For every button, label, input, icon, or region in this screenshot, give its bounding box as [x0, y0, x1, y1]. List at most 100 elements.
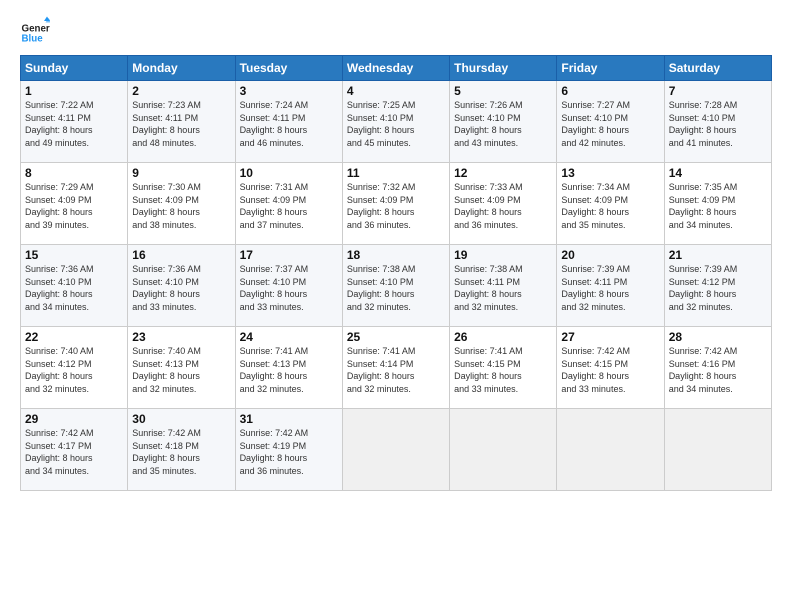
calendar-table: SundayMondayTuesdayWednesdayThursdayFrid… [20, 55, 772, 491]
day-number: 13 [561, 166, 659, 180]
day-number: 26 [454, 330, 552, 344]
calendar-cell: 10Sunrise: 7:31 AMSunset: 4:09 PMDayligh… [235, 163, 342, 245]
week-row-1: 1Sunrise: 7:22 AMSunset: 4:11 PMDaylight… [21, 81, 772, 163]
day-info: Sunrise: 7:30 AMSunset: 4:09 PMDaylight:… [132, 181, 230, 231]
calendar-cell: 16Sunrise: 7:36 AMSunset: 4:10 PMDayligh… [128, 245, 235, 327]
calendar-cell [557, 409, 664, 491]
day-number: 23 [132, 330, 230, 344]
calendar-cell: 23Sunrise: 7:40 AMSunset: 4:13 PMDayligh… [128, 327, 235, 409]
day-info: Sunrise: 7:40 AMSunset: 4:12 PMDaylight:… [25, 345, 123, 395]
calendar-cell: 14Sunrise: 7:35 AMSunset: 4:09 PMDayligh… [664, 163, 771, 245]
day-info: Sunrise: 7:23 AMSunset: 4:11 PMDaylight:… [132, 99, 230, 149]
day-number: 3 [240, 84, 338, 98]
calendar-cell: 6Sunrise: 7:27 AMSunset: 4:10 PMDaylight… [557, 81, 664, 163]
calendar-cell: 1Sunrise: 7:22 AMSunset: 4:11 PMDaylight… [21, 81, 128, 163]
day-info: Sunrise: 7:29 AMSunset: 4:09 PMDaylight:… [25, 181, 123, 231]
day-number: 2 [132, 84, 230, 98]
calendar-cell: 8Sunrise: 7:29 AMSunset: 4:09 PMDaylight… [21, 163, 128, 245]
day-number: 8 [25, 166, 123, 180]
calendar-cell: 28Sunrise: 7:42 AMSunset: 4:16 PMDayligh… [664, 327, 771, 409]
day-info: Sunrise: 7:41 AMSunset: 4:13 PMDaylight:… [240, 345, 338, 395]
calendar-cell: 17Sunrise: 7:37 AMSunset: 4:10 PMDayligh… [235, 245, 342, 327]
day-info: Sunrise: 7:37 AMSunset: 4:10 PMDaylight:… [240, 263, 338, 313]
weekday-header-wednesday: Wednesday [342, 56, 449, 81]
week-row-5: 29Sunrise: 7:42 AMSunset: 4:17 PMDayligh… [21, 409, 772, 491]
day-info: Sunrise: 7:38 AMSunset: 4:11 PMDaylight:… [454, 263, 552, 313]
day-info: Sunrise: 7:42 AMSunset: 4:18 PMDaylight:… [132, 427, 230, 477]
calendar-cell: 26Sunrise: 7:41 AMSunset: 4:15 PMDayligh… [450, 327, 557, 409]
day-number: 25 [347, 330, 445, 344]
day-info: Sunrise: 7:42 AMSunset: 4:15 PMDaylight:… [561, 345, 659, 395]
day-number: 20 [561, 248, 659, 262]
calendar-cell: 19Sunrise: 7:38 AMSunset: 4:11 PMDayligh… [450, 245, 557, 327]
weekday-header-thursday: Thursday [450, 56, 557, 81]
day-number: 10 [240, 166, 338, 180]
day-info: Sunrise: 7:42 AMSunset: 4:19 PMDaylight:… [240, 427, 338, 477]
day-info: Sunrise: 7:24 AMSunset: 4:11 PMDaylight:… [240, 99, 338, 149]
day-info: Sunrise: 7:36 AMSunset: 4:10 PMDaylight:… [132, 263, 230, 313]
calendar-cell [342, 409, 449, 491]
calendar-cell: 4Sunrise: 7:25 AMSunset: 4:10 PMDaylight… [342, 81, 449, 163]
day-number: 27 [561, 330, 659, 344]
day-info: Sunrise: 7:41 AMSunset: 4:15 PMDaylight:… [454, 345, 552, 395]
day-info: Sunrise: 7:33 AMSunset: 4:09 PMDaylight:… [454, 181, 552, 231]
calendar-cell: 18Sunrise: 7:38 AMSunset: 4:10 PMDayligh… [342, 245, 449, 327]
day-info: Sunrise: 7:27 AMSunset: 4:10 PMDaylight:… [561, 99, 659, 149]
day-number: 15 [25, 248, 123, 262]
svg-text:Blue: Blue [22, 33, 44, 44]
day-info: Sunrise: 7:31 AMSunset: 4:09 PMDaylight:… [240, 181, 338, 231]
calendar-page: General Blue SundayMondayTuesdayWednesda… [0, 0, 792, 612]
day-info: Sunrise: 7:36 AMSunset: 4:10 PMDaylight:… [25, 263, 123, 313]
day-number: 14 [669, 166, 767, 180]
calendar-cell: 15Sunrise: 7:36 AMSunset: 4:10 PMDayligh… [21, 245, 128, 327]
week-row-2: 8Sunrise: 7:29 AMSunset: 4:09 PMDaylight… [21, 163, 772, 245]
day-info: Sunrise: 7:34 AMSunset: 4:09 PMDaylight:… [561, 181, 659, 231]
day-number: 12 [454, 166, 552, 180]
calendar-cell: 24Sunrise: 7:41 AMSunset: 4:13 PMDayligh… [235, 327, 342, 409]
day-info: Sunrise: 7:28 AMSunset: 4:10 PMDaylight:… [669, 99, 767, 149]
day-number: 31 [240, 412, 338, 426]
calendar-cell: 27Sunrise: 7:42 AMSunset: 4:15 PMDayligh… [557, 327, 664, 409]
day-info: Sunrise: 7:40 AMSunset: 4:13 PMDaylight:… [132, 345, 230, 395]
day-number: 9 [132, 166, 230, 180]
day-info: Sunrise: 7:39 AMSunset: 4:11 PMDaylight:… [561, 263, 659, 313]
day-info: Sunrise: 7:32 AMSunset: 4:09 PMDaylight:… [347, 181, 445, 231]
calendar-cell: 9Sunrise: 7:30 AMSunset: 4:09 PMDaylight… [128, 163, 235, 245]
calendar-cell: 12Sunrise: 7:33 AMSunset: 4:09 PMDayligh… [450, 163, 557, 245]
week-row-3: 15Sunrise: 7:36 AMSunset: 4:10 PMDayligh… [21, 245, 772, 327]
calendar-cell: 11Sunrise: 7:32 AMSunset: 4:09 PMDayligh… [342, 163, 449, 245]
day-number: 1 [25, 84, 123, 98]
calendar-cell [450, 409, 557, 491]
day-info: Sunrise: 7:41 AMSunset: 4:14 PMDaylight:… [347, 345, 445, 395]
day-number: 19 [454, 248, 552, 262]
calendar-cell: 31Sunrise: 7:42 AMSunset: 4:19 PMDayligh… [235, 409, 342, 491]
logo: General Blue [20, 15, 44, 45]
week-row-4: 22Sunrise: 7:40 AMSunset: 4:12 PMDayligh… [21, 327, 772, 409]
calendar-cell: 20Sunrise: 7:39 AMSunset: 4:11 PMDayligh… [557, 245, 664, 327]
calendar-cell [664, 409, 771, 491]
weekday-header-sunday: Sunday [21, 56, 128, 81]
day-info: Sunrise: 7:39 AMSunset: 4:12 PMDaylight:… [669, 263, 767, 313]
day-number: 21 [669, 248, 767, 262]
day-info: Sunrise: 7:22 AMSunset: 4:11 PMDaylight:… [25, 99, 123, 149]
calendar-cell: 29Sunrise: 7:42 AMSunset: 4:17 PMDayligh… [21, 409, 128, 491]
day-number: 22 [25, 330, 123, 344]
day-info: Sunrise: 7:26 AMSunset: 4:10 PMDaylight:… [454, 99, 552, 149]
day-number: 16 [132, 248, 230, 262]
logo-icon: General Blue [20, 15, 50, 45]
page-header: General Blue [20, 15, 772, 45]
day-info: Sunrise: 7:42 AMSunset: 4:17 PMDaylight:… [25, 427, 123, 477]
day-number: 24 [240, 330, 338, 344]
calendar-cell: 13Sunrise: 7:34 AMSunset: 4:09 PMDayligh… [557, 163, 664, 245]
calendar-cell: 3Sunrise: 7:24 AMSunset: 4:11 PMDaylight… [235, 81, 342, 163]
day-number: 29 [25, 412, 123, 426]
weekday-header-saturday: Saturday [664, 56, 771, 81]
day-info: Sunrise: 7:35 AMSunset: 4:09 PMDaylight:… [669, 181, 767, 231]
calendar-cell: 2Sunrise: 7:23 AMSunset: 4:11 PMDaylight… [128, 81, 235, 163]
weekday-header-row: SundayMondayTuesdayWednesdayThursdayFrid… [21, 56, 772, 81]
day-number: 4 [347, 84, 445, 98]
day-number: 6 [561, 84, 659, 98]
calendar-cell: 22Sunrise: 7:40 AMSunset: 4:12 PMDayligh… [21, 327, 128, 409]
calendar-cell: 7Sunrise: 7:28 AMSunset: 4:10 PMDaylight… [664, 81, 771, 163]
day-number: 17 [240, 248, 338, 262]
